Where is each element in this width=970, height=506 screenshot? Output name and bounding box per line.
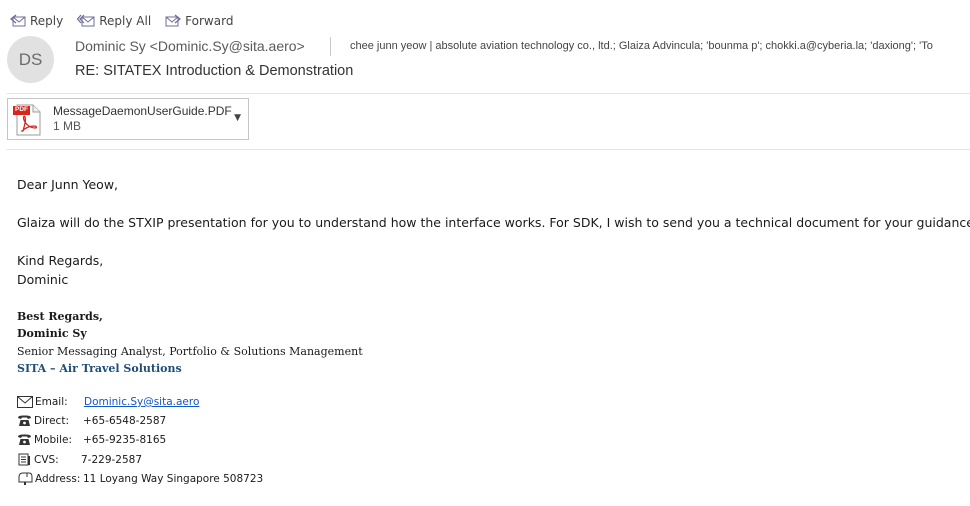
header-separator (7, 93, 970, 94)
avatar-initials: DS (18, 49, 43, 69)
direct-value: +65-6548-2587 (83, 415, 167, 427)
direct-label: Direct: (34, 415, 69, 427)
envelope-icon (17, 396, 33, 408)
cvs-value: 7-229-2587 (81, 453, 143, 466)
reply-label: Reply (30, 14, 64, 28)
pdf-badge-label: PDF (15, 106, 28, 113)
contact-cvs-row: CVS: 7-229-2587 (17, 453, 142, 466)
email-link[interactable]: Dominic.Sy@sita.aero (84, 396, 199, 408)
attachment-filename: MessageDaemonUserGuide.PDF (53, 104, 232, 118)
contact-mobile-row: Mobile: +65-9235-8165 (17, 434, 166, 446)
signature-title: Senior Messaging Analyst, Portfolio & So… (17, 345, 363, 358)
attachment-info: MessageDaemonUserGuide.PDF 1 MB (53, 104, 232, 134)
signature-name: Dominic Sy (17, 327, 87, 340)
document-icon (18, 453, 30, 466)
chevron-down-icon[interactable]: ▼ (234, 113, 241, 123)
phone-icon (18, 434, 31, 445)
reply-icon (10, 14, 26, 27)
message-subject: RE: SITATEX Introduction & Demonstration (75, 63, 354, 79)
email-label: Email: (35, 396, 68, 408)
reply-all-icon (77, 14, 95, 27)
mobile-value: +65-9235-8165 (83, 434, 167, 446)
recipients-list[interactable]: chee junn yeow | absolute aviation techn… (350, 40, 970, 52)
greeting-line: Dear Junn Yeow, (17, 177, 119, 192)
address-label: Address: (35, 472, 81, 485)
contact-address-row: Address: 11 Loyang Way Singapore 508723 (17, 472, 263, 485)
sender-avatar[interactable]: DS (7, 36, 54, 83)
mobile-label: Mobile: (34, 434, 72, 446)
attachment-card[interactable]: PDF MessageDaemonUserGuide.PDF 1 MB ▼ (7, 98, 249, 140)
address-value: 11 Loyang Way Singapore 508723 (83, 472, 264, 485)
body-paragraph: Glaiza will do the STXIP presentation fo… (17, 215, 970, 230)
closing-line: Kind Regards, (17, 253, 104, 268)
reply-all-label: Reply All (99, 14, 152, 28)
mailbox-icon (18, 472, 33, 485)
forward-label: Forward (185, 14, 234, 28)
reply-button[interactable]: Reply (10, 14, 63, 28)
forward-button[interactable]: Forward (165, 14, 233, 28)
cvs-label: CVS: (34, 453, 59, 466)
contact-email-row: Email: Dominic.Sy@sita.aero (17, 396, 199, 408)
attachment-separator (7, 149, 970, 150)
signature-best-regards: Best Regards, (17, 310, 103, 323)
closing-name: Dominic (17, 272, 69, 287)
attachment-size: 1 MB (53, 119, 82, 133)
reply-all-button[interactable]: Reply All (77, 14, 151, 28)
sender-name[interactable]: Dominic Sy <Dominic.Sy@sita.aero> (75, 38, 305, 54)
header-divider (330, 37, 331, 56)
forward-icon (165, 14, 182, 27)
contact-direct-row: Direct: +65-6548-2587 (17, 415, 166, 427)
phone-icon (18, 415, 31, 426)
pdf-file-icon: PDF (13, 104, 43, 136)
signature-company: SITA – Air Travel Solutions (17, 362, 182, 375)
message-toolbar: Reply Reply All Forward (10, 11, 233, 31)
